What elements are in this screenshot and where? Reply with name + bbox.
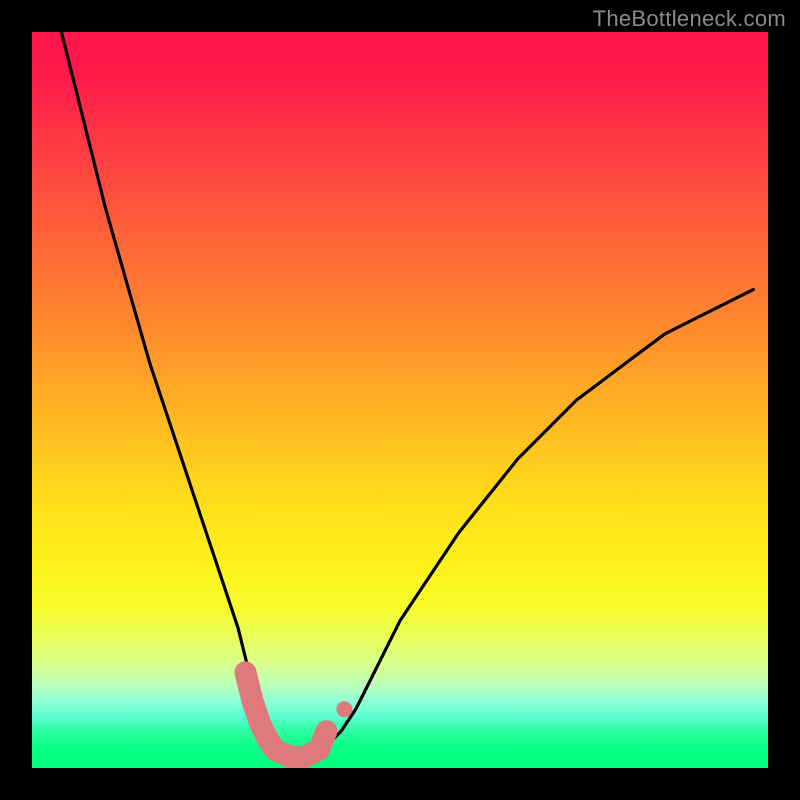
chart-frame: TheBottleneck.com [0,0,800,800]
curve-overlay [32,32,768,768]
tolerance-band [245,672,352,757]
tolerance-band-stroke [245,672,326,757]
plot-area [32,32,768,768]
tolerance-end-dot [336,701,352,717]
bottleneck-curve [61,32,753,761]
watermark-label: TheBottleneck.com [593,6,786,32]
